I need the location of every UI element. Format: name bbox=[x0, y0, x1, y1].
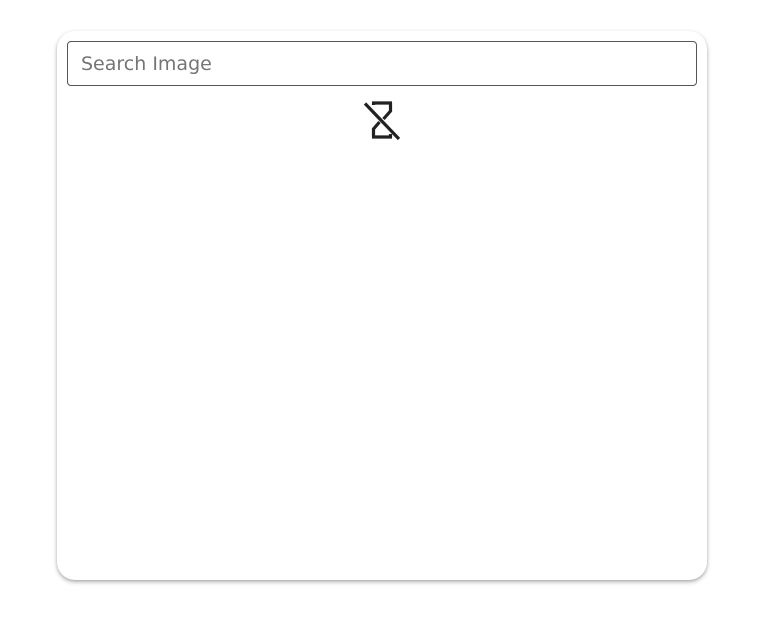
search-input[interactable] bbox=[67, 41, 697, 86]
image-search-panel bbox=[57, 31, 707, 580]
search-field-container bbox=[67, 41, 697, 86]
image-results-area bbox=[67, 146, 697, 566]
hourglass-disabled-icon bbox=[363, 101, 401, 140]
